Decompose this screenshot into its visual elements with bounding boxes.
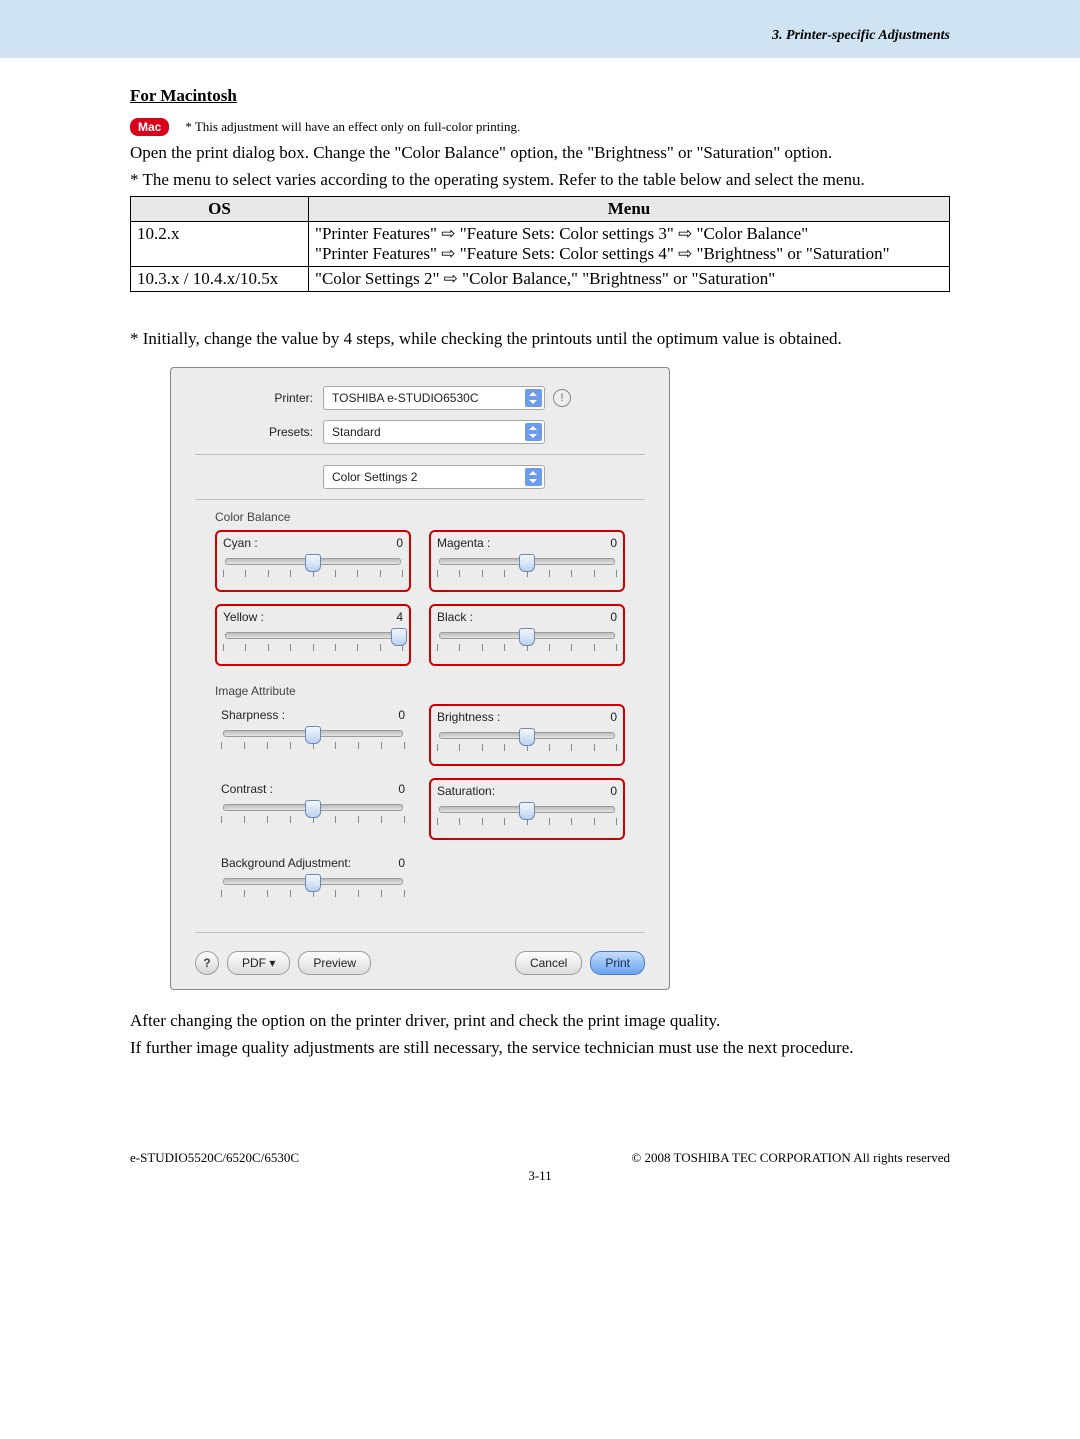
menu-note-text: * The menu to select varies according to… [130, 169, 950, 192]
table-row: 10.3.x / 10.4.x/10.5x "Color Settings 2"… [131, 266, 950, 291]
slider-label: Sharpness : [221, 708, 285, 722]
print-dialog: Printer: TOSHIBA e-STUDIO6530C ! Presets… [170, 367, 670, 990]
slider-thumb[interactable] [305, 874, 321, 892]
divider [195, 932, 645, 933]
divider [195, 454, 645, 455]
chevron-updown-icon [525, 389, 542, 407]
slider-sharpness[interactable]: Sharpness : 0 [215, 704, 411, 766]
presets-value: Standard [332, 425, 381, 439]
slider-value: 0 [610, 710, 617, 724]
footer-page-number: 3-11 [130, 1168, 950, 1184]
slider-black[interactable]: Black : 0 [429, 604, 625, 666]
image-attribute-label: Image Attribute [215, 684, 645, 698]
printer-value: TOSHIBA e-STUDIO6530C [332, 391, 479, 405]
slider-label: Cyan : [223, 536, 258, 550]
slider-label: Brightness : [437, 710, 500, 724]
slider-contrast[interactable]: Contrast : 0 [215, 778, 411, 840]
slider-thumb[interactable] [519, 628, 535, 646]
cell-menu: "Printer Features" ⇨ "Feature Sets: Colo… [309, 221, 950, 266]
presets-label: Presets: [195, 425, 323, 439]
th-os: OS [131, 196, 309, 221]
presets-combo[interactable]: Standard [323, 420, 545, 444]
slider-background[interactable]: Background Adjustment: 0 [215, 852, 411, 910]
pane-value: Color Settings 2 [332, 470, 417, 484]
slider-label: Background Adjustment: [221, 856, 351, 870]
slider-label: Magenta : [437, 536, 490, 550]
after-text-2: If further image quality adjustments are… [130, 1037, 950, 1060]
slider-value: 0 [396, 536, 403, 550]
pdf-button[interactable]: PDF ▾ [227, 951, 290, 975]
slider-saturation[interactable]: Saturation: 0 [429, 778, 625, 840]
os-menu-table: OS Menu 10.2.x "Printer Features" ⇨ "Fea… [130, 196, 950, 292]
slider-thumb[interactable] [305, 554, 321, 572]
slider-value: 0 [610, 610, 617, 624]
slider-value: 0 [610, 536, 617, 550]
help-button[interactable]: ? [195, 951, 219, 975]
slider-value: 0 [398, 708, 405, 722]
slider-thumb[interactable] [305, 800, 321, 818]
slider-label: Black : [437, 610, 473, 624]
slider-thumb[interactable] [305, 726, 321, 744]
page-footer: e-STUDIO5520C/6520C/6530C © 2008 TOSHIBA… [130, 1150, 950, 1166]
intro-text: Open the print dialog box. Change the "C… [130, 142, 950, 165]
slider-label: Contrast : [221, 782, 273, 796]
slider-cyan[interactable]: Cyan : 0 [215, 530, 411, 592]
cell-os: 10.2.x [131, 221, 309, 266]
slider-value: 0 [610, 784, 617, 798]
print-button[interactable]: Print [590, 951, 645, 975]
th-menu: Menu [309, 196, 950, 221]
mac-note-row: Mac * This adjustment will have an effec… [130, 118, 950, 136]
slider-thumb[interactable] [391, 628, 407, 646]
table-row: 10.2.x "Printer Features" ⇨ "Feature Set… [131, 221, 950, 266]
slider-brightness[interactable]: Brightness : 0 [429, 704, 625, 766]
slider-value: 4 [396, 610, 403, 624]
pane-combo[interactable]: Color Settings 2 [323, 465, 545, 489]
chevron-updown-icon [525, 468, 542, 486]
after-text-1: After changing the option on the printer… [130, 1010, 950, 1033]
slider-yellow[interactable]: Yellow : 4 [215, 604, 411, 666]
slider-label: Saturation: [437, 784, 495, 798]
step-note: * Initially, change the value by 4 steps… [130, 328, 950, 351]
slider-value: 0 [398, 856, 405, 870]
cell-menu: "Color Settings 2" ⇨ "Color Balance," "B… [309, 266, 950, 291]
footer-left: e-STUDIO5520C/6520C/6530C [130, 1150, 299, 1166]
slider-thumb[interactable] [519, 728, 535, 746]
cancel-button[interactable]: Cancel [515, 951, 582, 975]
slider-value: 0 [398, 782, 405, 796]
slider-label: Yellow : [223, 610, 264, 624]
printer-label: Printer: [195, 391, 323, 405]
printer-combo[interactable]: TOSHIBA e-STUDIO6530C [323, 386, 545, 410]
color-balance-label: Color Balance [215, 510, 645, 524]
info-icon[interactable]: ! [553, 389, 571, 407]
slider-thumb[interactable] [519, 802, 535, 820]
cell-os: 10.3.x / 10.4.x/10.5x [131, 266, 309, 291]
section-title: For Macintosh [130, 86, 950, 106]
top-band: 3. Printer-specific Adjustments [0, 0, 1080, 58]
mac-badge: Mac [130, 118, 169, 136]
preview-button[interactable]: Preview [298, 951, 371, 975]
mac-note: * This adjustment will have an effect on… [185, 119, 520, 135]
chapter-label: 3. Printer-specific Adjustments [772, 28, 950, 44]
divider [195, 499, 645, 500]
slider-thumb[interactable] [519, 554, 535, 572]
chevron-updown-icon [525, 423, 542, 441]
slider-magenta[interactable]: Magenta : 0 [429, 530, 625, 592]
footer-right: © 2008 TOSHIBA TEC CORPORATION All right… [631, 1150, 950, 1166]
page-content: For Macintosh Mac * This adjustment will… [0, 86, 1080, 1224]
